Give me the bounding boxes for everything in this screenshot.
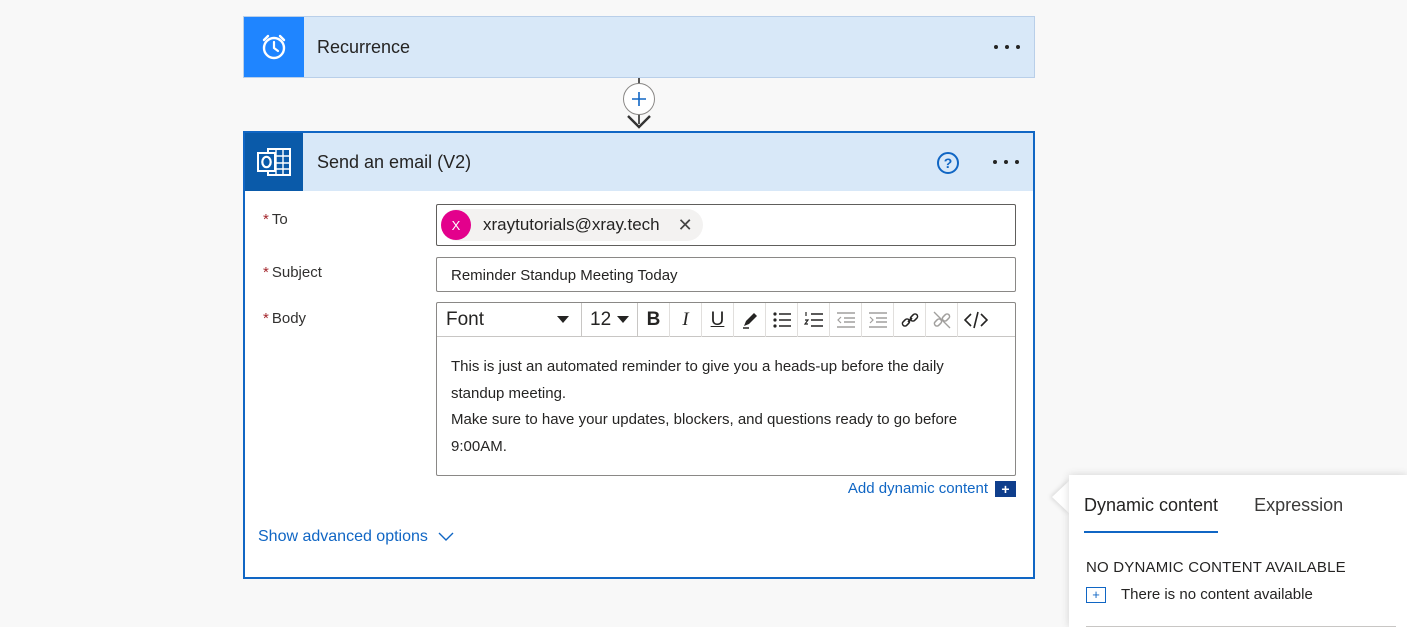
send-email-title: Send an email (V2) <box>317 151 472 172</box>
to-field[interactable]: X xraytutorials@xray.tech ✕ <box>436 204 1016 246</box>
caret-down-icon <box>557 315 569 323</box>
unlink-icon <box>933 311 950 328</box>
show-advanced-options-link[interactable]: Show advanced options <box>258 528 454 546</box>
body-line: This is just an automated reminder to gi… <box>451 358 944 375</box>
caret-down-icon <box>617 315 629 323</box>
no-content-item: + There is no content available <box>1086 586 1313 603</box>
bullet-list-icon <box>772 311 791 328</box>
font-size-dropdown[interactable]: 12 <box>582 302 638 337</box>
dynamic-content-icon: + <box>1086 586 1106 603</box>
subject-label: * Subject <box>263 264 322 281</box>
no-dynamic-content-heading: NO DYNAMIC CONTENT AVAILABLE <box>1086 559 1346 576</box>
indent-button[interactable] <box>862 302 894 337</box>
outlook-icon <box>245 133 303 191</box>
tab-expression[interactable]: Expression <box>1254 495 1343 533</box>
alarm-clock-icon <box>244 17 304 77</box>
send-email-more-icon[interactable] <box>993 160 1019 164</box>
send-email-card: Send an email (V2) ? * To X xraytutorials… <box>243 131 1035 579</box>
code-view-button[interactable] <box>958 303 994 337</box>
add-dynamic-content-link[interactable]: Add dynamic content + <box>848 480 1016 497</box>
chevron-down-icon <box>438 532 454 541</box>
insert-step-button[interactable] <box>623 83 655 115</box>
show-advanced-options-label: Show advanced options <box>258 528 428 545</box>
recurrence-card[interactable]: Recurrence <box>243 16 1035 78</box>
numbered-list-button[interactable] <box>798 302 830 337</box>
subject-input[interactable]: Reminder Standup Meeting Today <box>436 257 1016 292</box>
send-email-header[interactable]: Send an email (V2) ? <box>245 133 1033 191</box>
font-dropdown-label: Font <box>446 308 485 330</box>
remove-link-button[interactable] <box>926 302 958 337</box>
pen-icon <box>742 312 757 329</box>
dynamic-panel-tabs: Dynamic content Expression <box>1069 495 1407 533</box>
add-dynamic-content-label: Add dynamic content <box>847 480 988 497</box>
body-label: * Body <box>263 310 307 327</box>
arrow-down-icon <box>627 115 651 129</box>
tab-dynamic-content[interactable]: Dynamic content <box>1084 495 1219 533</box>
add-dynamic-icon: + <box>995 480 1016 497</box>
body-line: 9:00AM. <box>451 437 507 455</box>
font-size-label: 12 <box>590 308 612 330</box>
bold-button[interactable]: B <box>638 302 670 337</box>
italic-button[interactable]: I <box>670 302 702 337</box>
recurrence-title: Recurrence <box>317 36 411 57</box>
indent-icon <box>868 311 887 328</box>
code-icon <box>964 311 988 328</box>
avatar: X <box>441 210 471 240</box>
no-content-text: There is no content available <box>1121 586 1313 603</box>
link-icon <box>901 312 918 327</box>
highlight-pen-button[interactable] <box>734 302 766 337</box>
body-line: standup meeting. <box>451 384 567 402</box>
bullet-list-button[interactable] <box>766 302 798 337</box>
recipient-email: xraytutorials@xray.tech <box>483 215 660 234</box>
font-dropdown[interactable]: Font <box>437 302 582 337</box>
outdent-button[interactable] <box>830 302 862 337</box>
remove-recipient-icon[interactable]: ✕ <box>678 216 693 234</box>
insert-link-button[interactable] <box>894 302 926 337</box>
body-editor[interactable]: Font 12 B I U This is just an automated … <box>436 302 1016 476</box>
help-icon[interactable]: ? <box>937 152 959 174</box>
recipient-token[interactable]: X xraytutorials@xray.tech ✕ <box>441 209 703 241</box>
numbered-list-icon <box>803 311 823 327</box>
panel-pointer <box>1052 480 1070 514</box>
underline-button[interactable]: U <box>702 302 734 337</box>
body-text[interactable]: This is just an automated reminder to gi… <box>437 337 1015 460</box>
rich-text-toolbar: Font 12 B I U <box>437 302 1015 337</box>
dynamic-content-panel: Dynamic content Expression NO DYNAMIC CO… <box>1069 475 1407 627</box>
outdent-icon <box>836 311 855 328</box>
to-label: * To <box>263 211 288 228</box>
recurrence-more-icon[interactable] <box>994 45 1020 49</box>
body-line: Make sure to have your updates, blockers… <box>451 411 958 428</box>
plus-icon <box>632 92 646 106</box>
